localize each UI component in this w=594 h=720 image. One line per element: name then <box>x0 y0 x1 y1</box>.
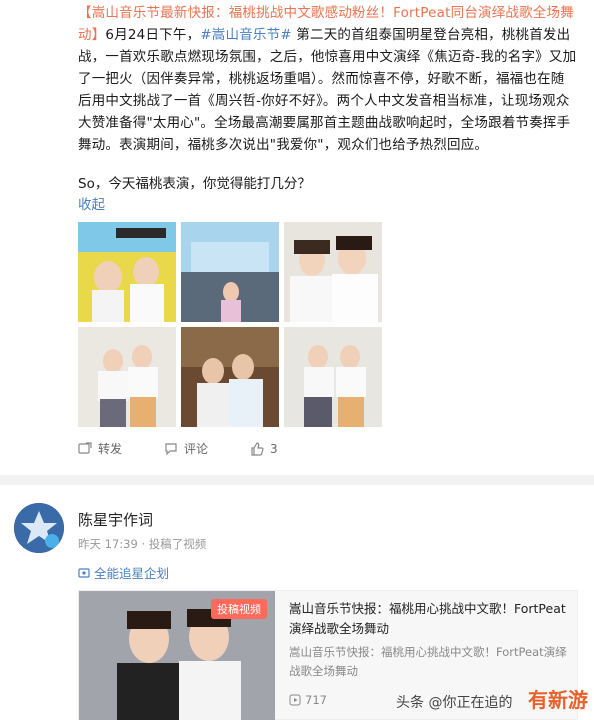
photo-thumbnail[interactable] <box>284 327 382 427</box>
video-badge: 投稿视频 <box>211 599 267 619</box>
repost-label: 转发 <box>98 442 123 456</box>
photo-thumbnail[interactable] <box>181 222 279 322</box>
video-views: 717 <box>289 693 327 707</box>
post-date: 6月24日下午， <box>105 27 201 43</box>
video-view-count: 717 <box>305 693 327 707</box>
photo-thumbnail[interactable] <box>284 222 382 322</box>
comment-icon <box>165 442 177 455</box>
collapse-link[interactable]: 收起 <box>78 193 105 213</box>
avatar[interactable] <box>14 503 64 553</box>
like-button[interactable]: 3 <box>250 440 278 457</box>
repost-icon <box>78 441 92 454</box>
section-divider <box>0 475 594 485</box>
video-description: 嵩山音乐节快报：福桃用心挑战中文歌！FortPeat演绎战歌全场舞动 <box>289 645 567 678</box>
post-question: So，今天福桃表演，你觉得能打几分？ <box>78 176 311 192</box>
follow-link-label: 全能追星企划 <box>94 566 170 581</box>
photo-thumbnail[interactable] <box>78 327 176 427</box>
post-paragraph: 第二天的首组泰国明星登台亮相，桃桃首发出战，一首欢乐歌点燃现场氛围，之后，他惊喜… <box>78 27 577 153</box>
like-count: 3 <box>270 441 278 456</box>
photo-thumbnail[interactable] <box>78 222 176 322</box>
source-watermark: 头条 @你正在追的 <box>396 695 513 711</box>
post-actions: 转发 评论 3 <box>78 440 320 457</box>
follow-link[interactable]: 全能追星企划 <box>78 563 169 582</box>
post-body: 【嵩山音乐节最新快报：福桃挑战中文歌感动粉丝！FortPeat同台演绎战歌全场舞… <box>78 2 578 156</box>
comment-button[interactable]: 评论 <box>164 440 208 457</box>
reply-username[interactable]: 陈星宇作词 <box>78 509 153 530</box>
thumbs-up-icon <box>251 441 264 456</box>
play-icon <box>289 694 301 706</box>
site-logo: 有新游 <box>528 688 588 712</box>
link-icon <box>78 567 90 578</box>
comment-label: 评论 <box>184 442 209 456</box>
photo-thumbnail[interactable] <box>181 327 279 427</box>
reply-meta: 昨天 17:39 · 投稿了视频 <box>78 537 207 551</box>
hashtag-link[interactable]: #嵩山音乐节# <box>200 27 292 43</box>
repost-button[interactable]: 转发 <box>78 440 122 457</box>
video-title[interactable]: 嵩山音乐节快报：福桃用心挑战中文歌！FortPeat演绎战歌全场舞动 <box>289 599 569 639</box>
